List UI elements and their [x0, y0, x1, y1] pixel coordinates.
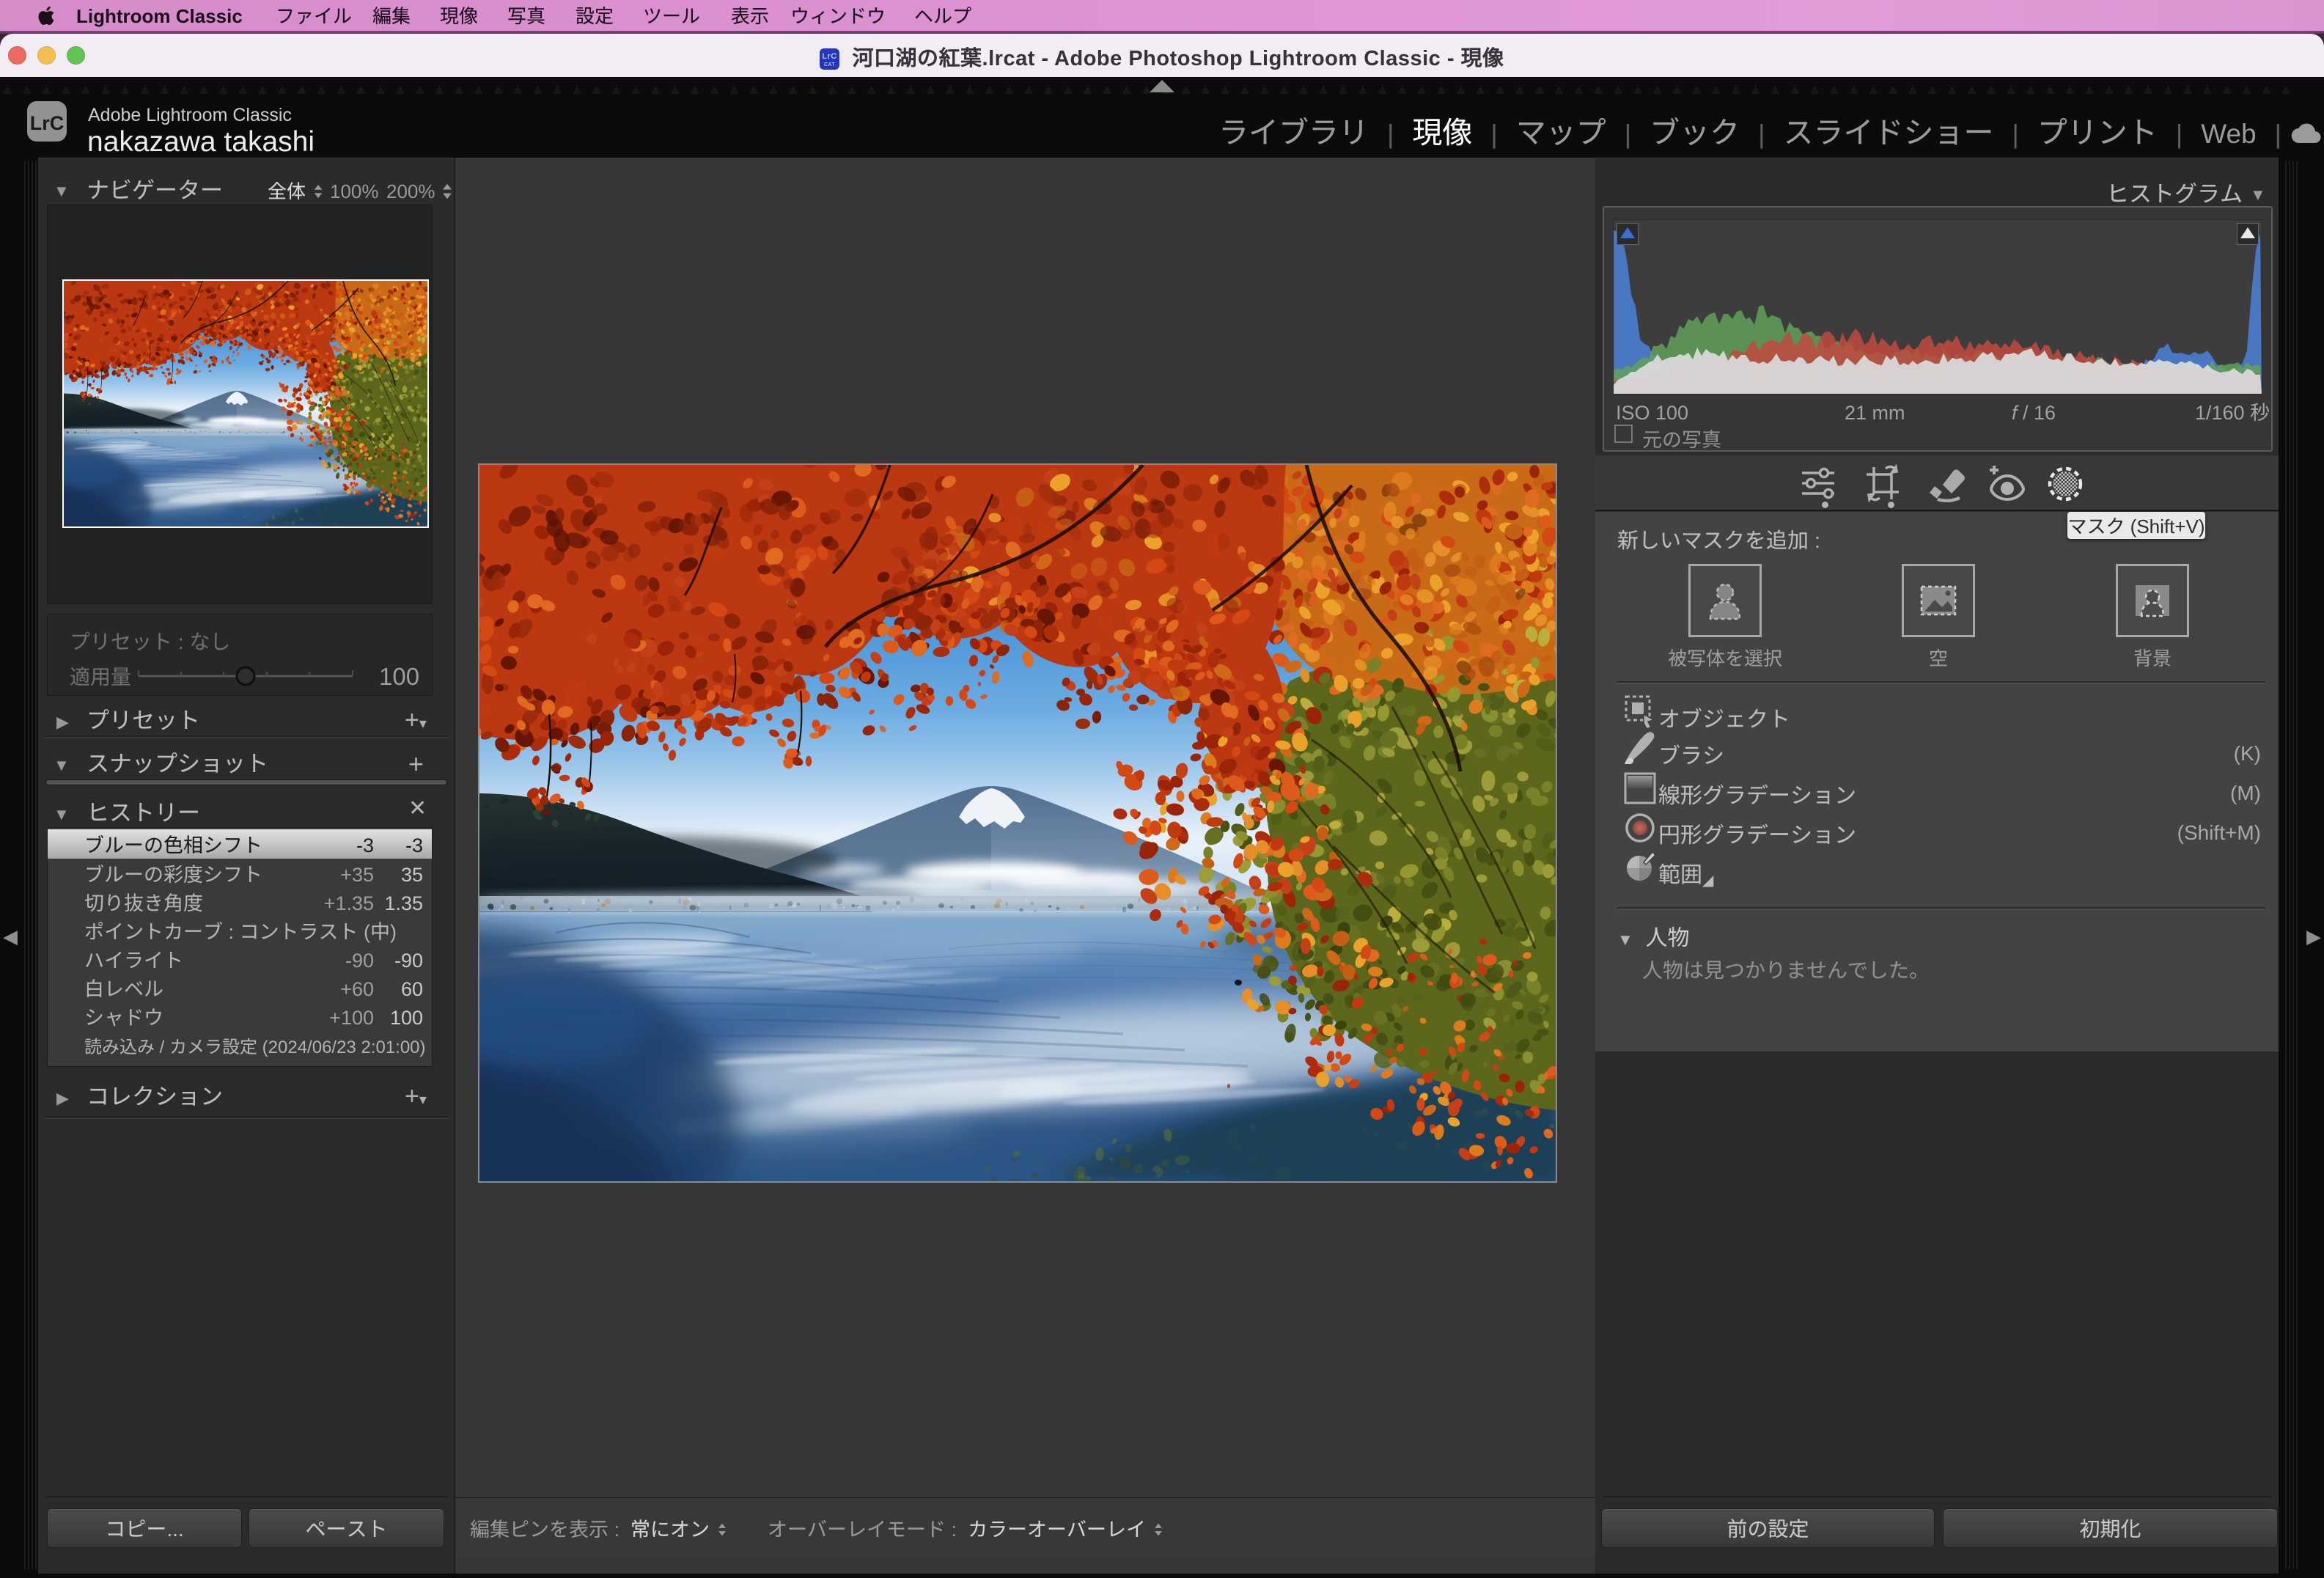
svg-text:CAT: CAT: [824, 61, 836, 68]
svg-text:LrC: LrC: [823, 50, 837, 62]
